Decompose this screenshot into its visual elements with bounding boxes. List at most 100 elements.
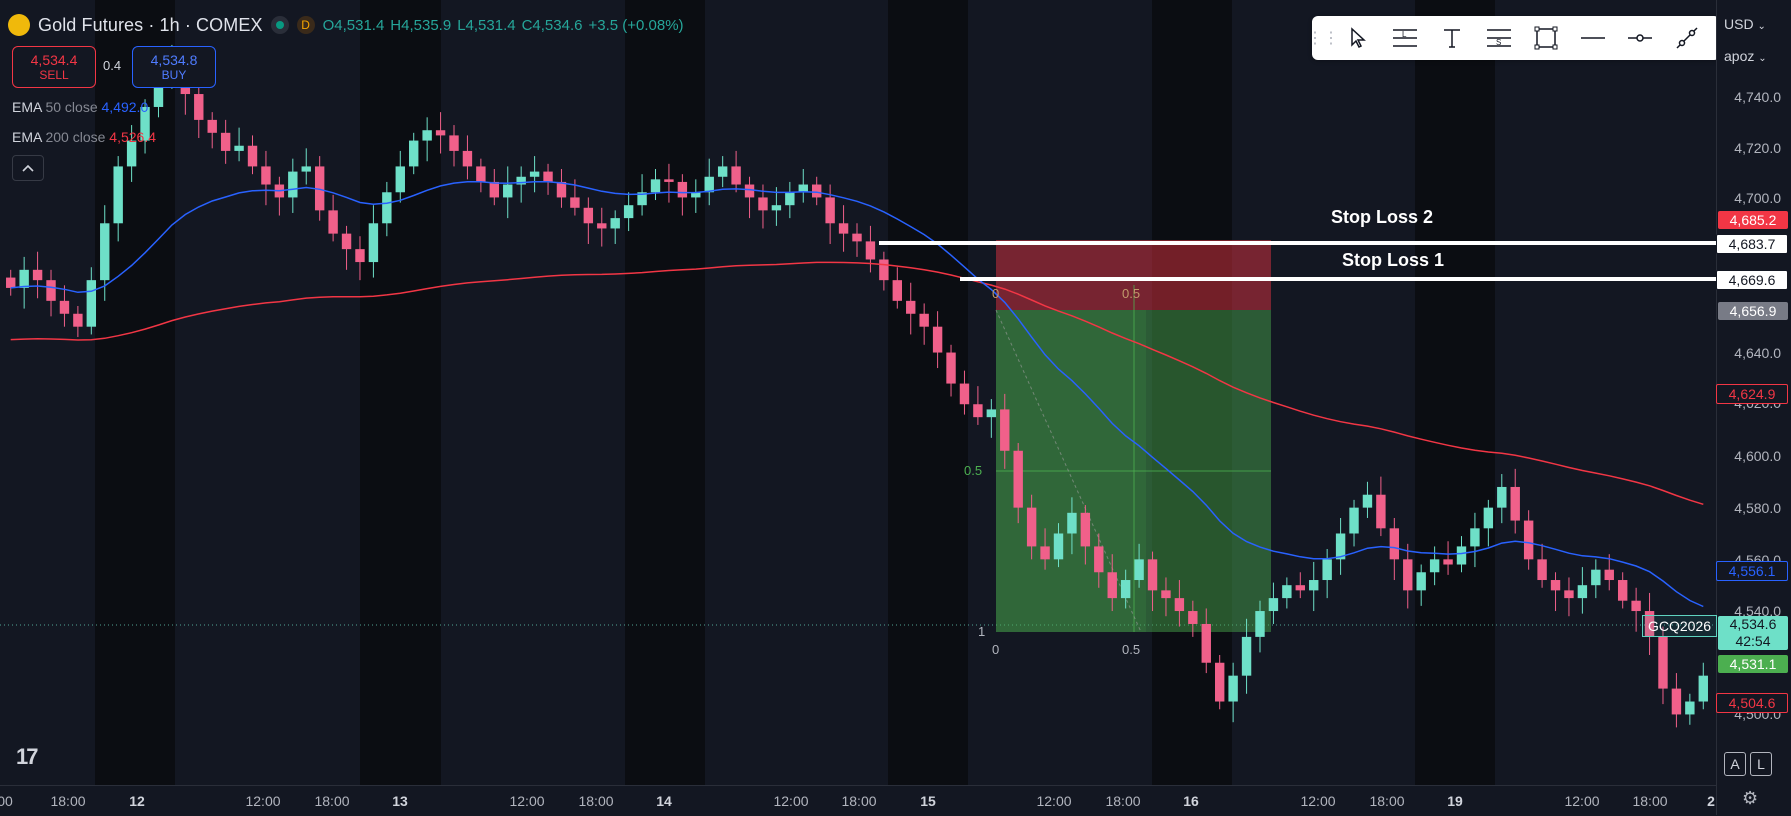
candle-body [1000,409,1010,451]
candle-body [1416,572,1426,591]
candle-body [503,184,513,198]
candle-body [1309,580,1319,591]
candle-body [1228,675,1238,702]
candle-body [1483,507,1494,529]
candle-body [19,269,29,288]
candle-body [570,197,580,208]
candle-body [1564,590,1574,599]
stop-loss-2-label: Stop Loss 2 [1331,207,1434,227]
candle-body [288,171,298,198]
buy-label: BUY [161,68,187,82]
account-select[interactable]: apoz ⌄ [1724,48,1767,64]
time-tick: 18:00 [314,793,350,809]
candle-body [1550,580,1561,591]
candle-body [717,166,728,177]
candle-body [731,166,741,185]
time-tick: 18:00 [578,793,614,809]
candle-body [1429,559,1440,573]
candle-body [1470,528,1480,547]
candle-body [341,233,352,250]
candle-body [46,280,56,301]
candle-body [1604,569,1614,581]
buy-button[interactable]: 4,534.8 BUY [132,46,216,88]
horizontal-line-icon[interactable] [1569,16,1616,60]
candle-body [1295,585,1305,591]
candle-body [1443,559,1453,565]
settings-gear-icon[interactable]: ⚙ [1742,788,1758,809]
candle-body [32,269,43,281]
candle-body [113,166,123,224]
time-tick: 12:00 [245,793,281,809]
candle-body [1510,486,1520,521]
chevron-down-icon: ⌄ [1758,53,1767,64]
time-tick: 12:00 [1300,793,1336,809]
time-tick-day: 13 [392,793,408,809]
data-status-badge[interactable]: D [296,16,315,34]
market-open-status-icon[interactable] [270,16,289,34]
session-band [95,0,175,785]
gold-logo-icon [8,14,30,36]
currency-select[interactable]: USD ⌄ [1724,16,1766,32]
change-value: +3.5 (+0.08%) [588,16,684,34]
candle-body [1067,512,1077,534]
symbol-title[interactable]: Gold Futures · 1h · COMEX [38,15,263,36]
candle-body [1698,675,1708,702]
trend-line-icon[interactable] [1663,16,1710,60]
session-band [625,0,705,785]
candle-body [529,171,540,177]
candle-body [825,197,835,224]
horizontal-ray-icon[interactable] [1616,16,1663,60]
candle-body [1685,701,1695,715]
chevron-down-icon: ⌄ [1757,21,1766,32]
candle-body [476,166,486,182]
candle-body [1161,590,1171,599]
time-tick: 00 [0,793,13,809]
time-tick-day: 19 [1447,793,1463,809]
candle-body [462,150,473,167]
session-band [1415,0,1495,785]
tradingview-logo-icon[interactable]: 17 [16,744,39,770]
auto-scale-button[interactable]: A [1724,752,1746,776]
ema-50-legend[interactable]: EMA 50 close 4,492.0 [12,99,148,115]
candle-body [59,300,70,314]
fib-label-0-bottom: 0 [992,642,1000,657]
fib-label-1: 1 [978,624,986,639]
open-value: O4,531.4 [322,16,385,34]
candle-body [1013,450,1023,508]
cursor-icon[interactable] [1334,16,1381,60]
candle-body [1389,528,1400,560]
ema-50-price-label: 4,556.1 [1716,561,1788,581]
rectangle-icon[interactable] [1522,16,1569,60]
close-value: C4,534.6 [521,16,583,34]
candle-body [852,233,862,242]
candle-body [261,166,271,185]
time-tick: 18:00 [1369,793,1405,809]
short-position-icon[interactable]: S [1475,16,1522,60]
price-chart[interactable] [0,0,1791,815]
candle-body [623,205,634,219]
sell-price: 4,534.4 [30,52,78,68]
time-tick-day: 16 [1183,793,1199,809]
price-tick: 4,600.0 [1734,448,1781,464]
collapse-legend-button[interactable] [12,155,44,181]
candle-body [811,184,822,198]
long-position-icon[interactable]: L [1381,16,1428,60]
candle-body [1671,688,1682,715]
ema-200-name: EMA [12,129,42,145]
drag-handle-icon[interactable]: ⋮⋮ [1307,16,1339,60]
session-band [888,0,968,785]
candle-body [1631,600,1641,612]
candle-body [1322,559,1332,581]
ema-200-legend[interactable]: EMA 200 close 4,526.4 [12,129,156,145]
stop-price-label: 4,685.2 [1718,211,1788,229]
candle-body [382,192,392,224]
candle-body [1362,494,1373,508]
text-icon[interactable] [1428,16,1475,60]
log-scale-button[interactable]: L [1750,752,1772,776]
candle-body [1523,520,1534,560]
candle-body [1188,611,1198,624]
sell-button[interactable]: 4,534.4 SELL [12,46,96,88]
time-tick: 12:00 [509,793,545,809]
sell-label: SELL [39,68,69,82]
time-tick: 12:00 [773,793,809,809]
